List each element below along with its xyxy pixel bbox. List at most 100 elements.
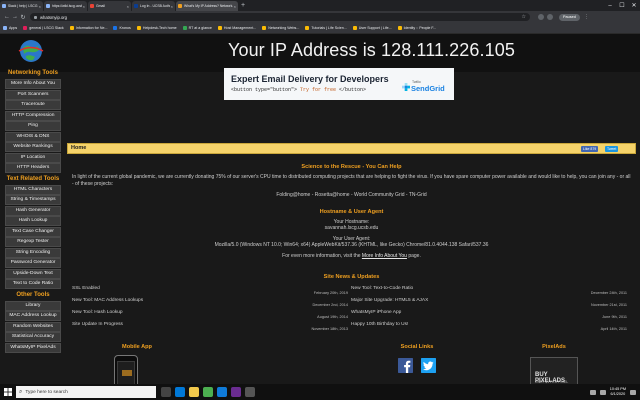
sidebar-item-random-websites[interactable]: Random Websites [5,321,61,332]
taskbar-search-box[interactable]: ⌕ Type here to search [16,386,156,398]
close-icon[interactable]: × [171,4,173,9]
sidebar-item-html-characters[interactable]: HTML Characters [5,184,61,195]
extension-icons [538,14,553,20]
news-title: New Tool: Hash Lookup [72,310,123,315]
close-icon[interactable]: × [39,4,41,9]
sidebar-item-upside-down-text[interactable]: Upside-Down Text [5,268,61,279]
outlook-icon[interactable] [217,387,227,397]
bookmark-item[interactable]: User Support | Life... [352,26,392,30]
browser-tab[interactable]: Slack | help | LSCG | 1 new item× [0,1,43,11]
star-icon[interactable]: ☆ [522,14,526,20]
pixelads-heading: PixelAds [542,344,566,350]
twitter-icon[interactable] [421,358,436,373]
breadcrumb-home[interactable]: Home [71,145,86,151]
bookmark-item[interactable]: Information for Ne... [69,26,107,30]
sendgrid-logo-icon [402,83,410,91]
news-item[interactable]: SSL Enabled February 20th, 2019 [72,286,348,298]
bookmark-item[interactable]: RT at a glance [182,26,212,30]
facebook-icon[interactable] [398,358,413,373]
bookmark-item[interactable]: Host Management... [217,26,256,30]
bookmark-label: Identity :: People F... [403,26,437,30]
globe-logo-icon[interactable] [18,38,44,64]
more-info-link[interactable]: More Info About You [362,253,407,259]
sidebar-item-ip-location[interactable]: IP Location [5,152,61,163]
browser-tab-active[interactable]: What's My IP Address? Network... × [176,1,238,11]
sidebar-item-password-generator[interactable]: Password Generator [5,258,61,268]
minimize-button[interactable]: – [604,0,616,11]
sidebar-item-hash-lookup[interactable]: Hash Lookup [5,216,61,226]
tab-label: Slack | help | LSCG | 1 new item [8,4,38,8]
bookmark-item[interactable]: Kronos [113,26,131,30]
sidebar-item-mac-address-lookup[interactable]: MAC Address Lookup [5,311,61,321]
clock[interactable]: 10:45 PM 6/1/2020 [610,387,626,397]
sidebar-item-string-timestamps[interactable]: String & Timestamps [5,195,61,205]
browser-tab[interactable]: Log In - UCSB Authentication Se...× [132,1,175,11]
notifications-icon[interactable] [630,389,636,395]
sidebar-heading: Other Tools [16,291,50,298]
sidebar-item-hash-generator[interactable]: Hash Generator [5,205,61,216]
bookmark-label: User Support | Life... [358,26,392,30]
lock-icon [34,15,37,19]
news-item[interactable]: New Tool: Hash Lookup August 19th, 2014 [72,310,348,322]
news-item[interactable]: Happy 10th Birthday to Us! April 14th, 20… [351,322,627,334]
edge-icon[interactable] [175,387,185,397]
bookmark-item[interactable]: Apps [3,26,17,30]
app-icon[interactable] [231,387,241,397]
extension-icon[interactable] [547,14,553,20]
profile-button[interactable]: Paused [559,13,580,21]
volume-icon[interactable] [599,389,606,395]
tweet-button[interactable]: Tweet [605,146,619,152]
more-menu-icon[interactable]: ⋮ [584,14,589,20]
close-icon[interactable]: × [83,4,85,9]
page-title: Your IP Address is 128.111.226.105 [228,40,515,60]
sidebar-item-library[interactable]: Library [5,300,61,311]
news-item[interactable]: Site Update In Progress November 18th, 20… [72,322,348,334]
news-item[interactable]: New Tool: Text-to-Code Ratio December 24t… [351,286,627,298]
bookmark-item[interactable]: general | LSCG Slack [23,26,64,30]
app-icon[interactable] [245,387,255,397]
close-icon[interactable]: × [127,4,129,9]
sidebar-item-statistical-accuracy[interactable]: Statistical Accuracy [5,332,61,342]
new-tab-button[interactable]: + [241,1,245,11]
mobile-app-heading: Mobile App [122,344,152,350]
reload-icon[interactable]: ↻ [19,14,27,21]
facebook-like-button[interactable]: Like 879 [581,146,599,152]
news-item[interactable]: Major Site Upgrade: HTML5 & AJAX November… [351,298,627,310]
address-bar[interactable]: whatsmyip.org ☆ [30,13,530,21]
main-content: Expert Email Delivery for Developers <bu… [67,68,636,400]
sidebar-item-website-rankings[interactable]: Website Rankings [5,142,61,152]
forward-arrow-icon[interactable]: → [11,14,19,20]
sidebar-item-http-compression[interactable]: HTTP Compression [5,110,61,121]
sidebar-item-http-headers[interactable]: HTTP Headers [5,163,61,173]
sidebar-item-string-encoding[interactable]: String Encoding [5,247,61,258]
sidebar-item-port-scanners[interactable]: Port Scanners [5,89,61,100]
science-line-1: In light of the current global pandemic,… [72,174,578,180]
task-view-icon[interactable] [161,387,171,397]
sidebar-item-text-case-changer[interactable]: Text Case Changer [5,226,61,237]
sidebar-item-ping[interactable]: Ping [5,121,61,131]
back-arrow-icon[interactable]: ← [3,14,11,20]
windows-start-button[interactable] [0,384,16,400]
news-item[interactable]: WhatsMyIP iPhone App June 9th, 2011 [351,310,627,322]
sidebar-item-more-info[interactable]: More Info About You [5,79,61,89]
extension-icon[interactable] [538,14,544,20]
chrome-icon[interactable] [203,387,213,397]
browser-tab[interactable]: https://wiki.lscg.ucsb.edu× [44,1,87,11]
sidebar-item-pixelads[interactable]: WhatsMyIP PixelAds [5,342,61,353]
sidebar-item-text-to-code-ratio[interactable]: Text to Code Ratio [5,279,61,289]
network-icon[interactable] [589,389,596,395]
bookmark-item[interactable]: Networking Webs... [262,26,299,30]
news-item[interactable]: New Tool: MAC Address Lookups December 2n… [72,298,348,310]
sidebar-item-traceroute[interactable]: Traceroute [5,100,61,110]
close-window-button[interactable]: ✕ [628,0,640,11]
bookmark-item[interactable]: Identity :: People F... [397,26,437,30]
bookmark-item[interactable]: Tutorials | Life Scien... [305,26,347,30]
maximize-button[interactable]: ☐ [616,0,628,11]
close-icon[interactable]: × [234,4,236,9]
browser-tab[interactable]: Gmail × [88,1,131,11]
sidebar-item-whois-dns[interactable]: WHOIS & DNS [5,131,61,142]
file-explorer-icon[interactable] [189,387,199,397]
sidebar-item-regexp-tester[interactable]: Regexp Tester [5,237,61,247]
bookmark-item[interactable]: Helpdesk-Tech home [136,26,177,30]
sendgrid-ad-banner[interactable]: Expert Email Delivery for Developers <bu… [224,68,454,100]
